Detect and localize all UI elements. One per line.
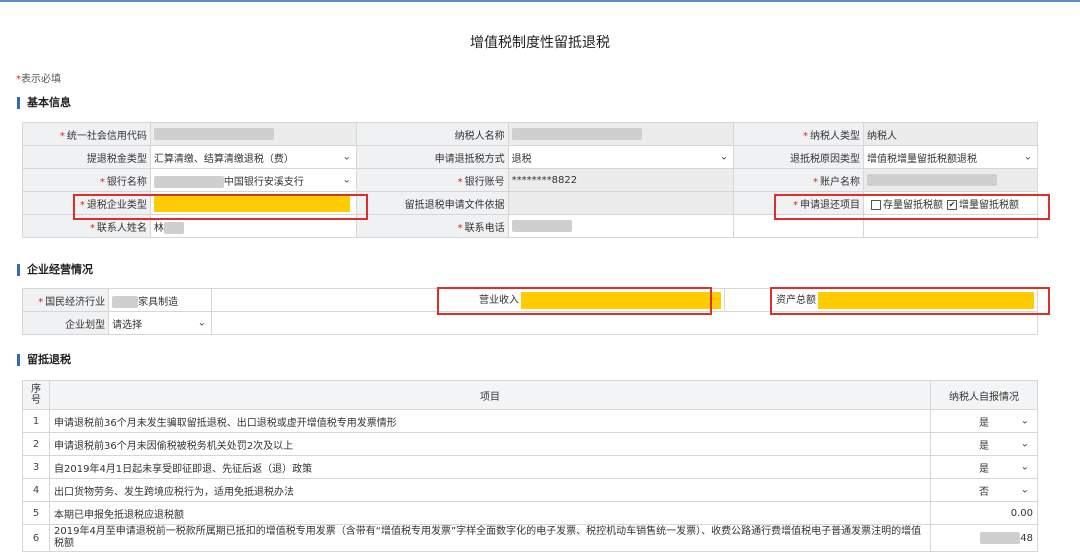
stock-checkbox[interactable] <box>871 199 882 210</box>
return-item-label: * 申请退还项目 <box>733 191 865 215</box>
company-type-label: * 退税企业类型 <box>22 191 151 215</box>
chevron-down-icon: ⌄ <box>342 151 351 163</box>
scale-label: 企业划型 <box>21 311 110 335</box>
return-item-options: 存量留抵税额 ✔ 增量留抵税额 <box>863 191 1038 215</box>
account-name-field <box>863 168 1038 192</box>
table-row: 1 申请退税前36个月未发生骗取留抵退税、出口退税或虚开增值税专用发票情形 是 ⌄ <box>22 409 1038 433</box>
assets-input[interactable] <box>817 291 1034 309</box>
company-type-field[interactable] <box>149 191 357 215</box>
section-business: 企业经营情况 <box>17 264 93 276</box>
industry-label: * 国民经济行业 <box>21 288 110 312</box>
contact-name-field[interactable]: 林 <box>149 214 357 238</box>
section-refund: 留抵退税 <box>17 354 71 366</box>
basic-info-table: * 统一社会信用代码 纳税人名称 * 纳税人类型 纳税人 提退税金类型 汇算清缴、结… <box>22 122 1038 238</box>
taxpayer-type-label: * 纳税人类型 <box>733 122 865 146</box>
answer-select[interactable]: 否 ⌄ <box>930 478 1038 502</box>
answer-select[interactable]: 是 ⌄ <box>930 432 1038 456</box>
scale-select[interactable]: 请选择 ⌄ <box>108 311 212 335</box>
bank-account-value: ********8822 <box>507 168 735 192</box>
section-basic-info: 基本信息 <box>17 97 71 109</box>
doc-basis-label: 留抵退税申请文件依据 <box>355 191 509 215</box>
chevron-down-icon: ⌄ <box>719 151 729 163</box>
revenue-label: 营业收入 <box>478 295 519 307</box>
chevron-down-icon: ⌄ <box>1020 438 1029 450</box>
assets-label: 资产总额 <box>775 295 816 307</box>
top-border <box>0 0 1080 2</box>
doc-basis-field <box>507 191 735 215</box>
industry-field[interactable]: 家具制造 <box>108 288 212 312</box>
answer-select[interactable]: 是 ⌄ <box>930 409 1038 433</box>
table-row: 4 出口货物劳务、发生跨境应税行为，适用免抵退税办法 否 ⌄ <box>22 478 1038 502</box>
chevron-down-icon: ⌄ <box>1020 415 1029 427</box>
taxpayer-name-label: 纳税人名称 <box>355 122 509 146</box>
refund-reason-select[interactable]: 增值税增量留抵税额退税 ⌄ <box>863 145 1038 169</box>
answer-value: 48 <box>930 524 1038 552</box>
chevron-down-icon: ⌄ <box>197 317 206 329</box>
contact-name-label: * 联系人姓名 <box>22 214 151 238</box>
refund-type-label: 提退税金类型 <box>22 145 151 169</box>
chevron-down-icon: ⌄ <box>342 174 351 186</box>
table-row: 3 自2019年4月1日起未享受即征即退、先征后返（退）政策 是 ⌄ <box>22 455 1038 479</box>
refund-type-select[interactable]: 汇算清缴、结算清缴退税（费） ⌄ <box>149 145 357 169</box>
required-note-text: 表示必填 <box>21 74 61 85</box>
answer-value: 0.00 <box>930 501 1038 525</box>
stock-option-label: 存量留抵税额 <box>883 199 944 211</box>
account-name-label: * 账户名称 <box>733 168 865 192</box>
table-row: 2 申请退税前36个月未因偷税被税务机关处罚2次及以上 是 ⌄ <box>22 432 1038 456</box>
header-self-report: 纳税人自报情况 <box>930 380 1038 410</box>
chevron-down-icon: ⌄ <box>1020 461 1029 473</box>
chevron-down-icon: ⌄ <box>1023 151 1032 163</box>
header-no: 序号 <box>22 380 50 410</box>
assets-group: 资产总额 <box>723 288 1039 312</box>
credit-code-label: * 统一社会信用代码 <box>22 122 151 146</box>
answer-select[interactable]: 是 ⌄ <box>930 455 1038 479</box>
bank-name-select[interactable]: 中国银行安溪支行 ⌄ <box>149 168 357 192</box>
incremental-option-label: 增量留抵税额 <box>959 199 1020 211</box>
revenue-group: 营业收入 <box>210 288 725 312</box>
page-title: 增值税制度性留抵退税 <box>470 35 610 51</box>
refund-table: 序号 项目 纳税人自报情况 1 申请退税前36个月未发生骗取留抵退税、出口退税或… <box>22 380 1038 552</box>
required-note: *表示必填 <box>16 70 61 85</box>
contact-phone-label: * 联系电话 <box>355 214 509 238</box>
taxpayer-type-value: 纳税人 <box>863 122 1038 146</box>
revenue-input[interactable] <box>520 291 721 309</box>
bank-account-label: * 银行账号 <box>355 168 509 192</box>
refund-method-label: 申请退抵税方式 <box>355 145 509 169</box>
taxpayer-name-field <box>507 122 735 146</box>
table-row: 6 2019年4月至申请退税前一税款所属期已抵扣的增值税专用发票（含带有“增值税… <box>22 524 1038 552</box>
refund-reason-label: 退抵税原因类型 <box>733 145 865 169</box>
contact-phone-field[interactable] <box>507 214 735 238</box>
refund-method-select[interactable]: 退税 ⌄ <box>507 145 735 169</box>
chevron-down-icon: ⌄ <box>1020 484 1029 496</box>
table-row: 5 本期已申报免抵退税应退税额 0.00 <box>22 501 1038 525</box>
business-table: * 国民经济行业 家具制造 营业收入 资产总额 企业划型 请选择 ⌄ <box>21 288 1039 335</box>
credit-code-field <box>149 122 357 146</box>
bank-name-label: * 银行名称 <box>22 168 151 192</box>
incremental-checkbox[interactable]: ✔ <box>947 199 958 210</box>
header-item: 项目 <box>49 380 931 410</box>
